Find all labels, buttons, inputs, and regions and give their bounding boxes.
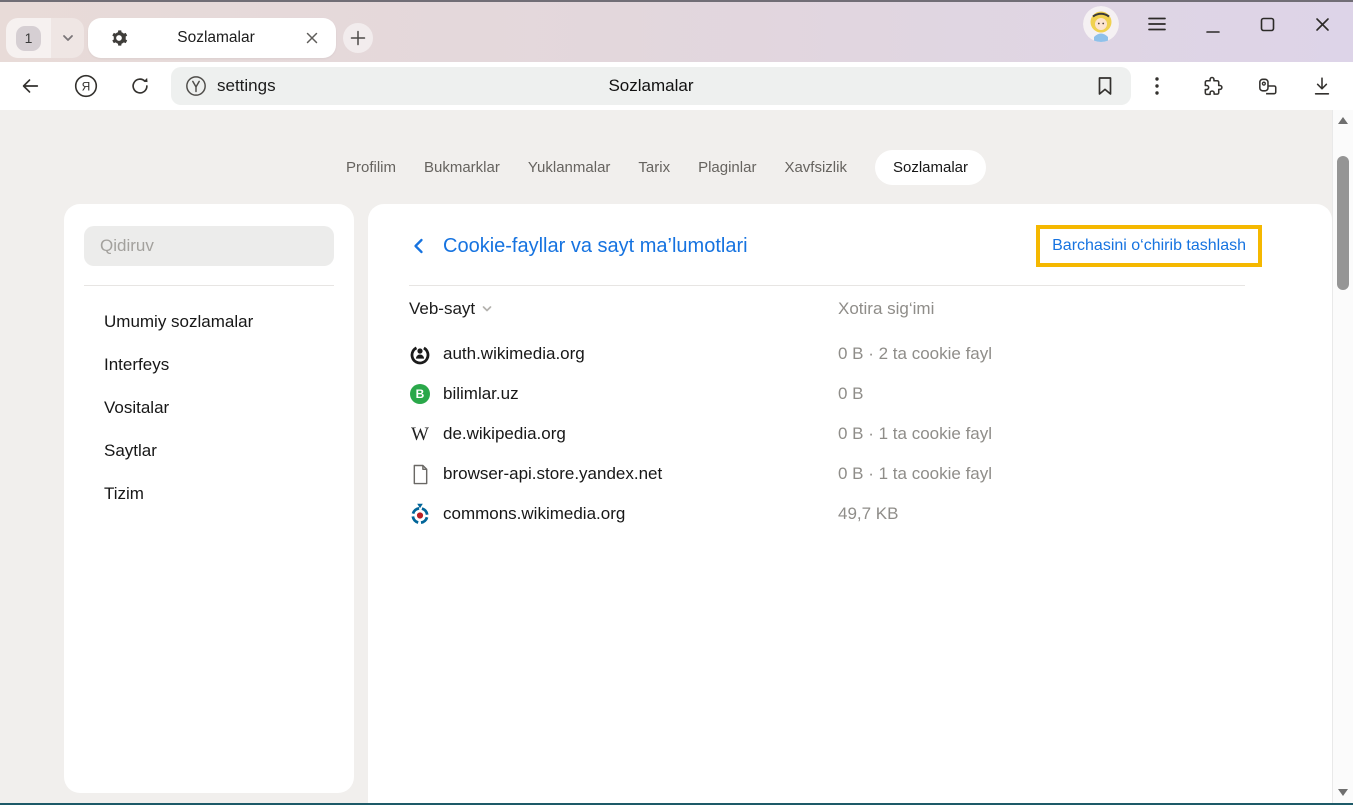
maximize-icon [1260,17,1275,32]
nav-tab-yuklanmalar[interactable]: Yuklanmalar [528,150,611,185]
browser-menu-button[interactable] [1145,12,1169,36]
site-domain: auth.wikimedia.org [433,344,838,364]
profile-avatar[interactable] [1083,6,1119,42]
close-window-button[interactable] [1310,12,1334,36]
nav-tab-xavfsizlik[interactable]: Xavfsizlik [784,150,847,185]
tab-title: Sozlamalar [128,29,304,47]
close-tab-icon[interactable] [304,30,320,46]
scroll-down-arrow[interactable] [1338,789,1348,796]
document-page-icon [409,463,431,485]
page-scrollbar[interactable] [1332,110,1353,803]
content-header: Cookie-fayllar va sayt ma’lumotlari Barc… [409,222,1262,270]
yandex-logo-icon: Я [74,74,98,98]
minimize-window-button[interactable] [1201,16,1225,40]
table-row[interactable]: auth.wikimedia.org 0 B · 2 ta cookie fay… [368,334,1332,374]
downloads-button[interactable] [1310,74,1334,98]
back-button[interactable] [18,74,42,98]
plus-icon [349,29,367,47]
settings-nav: Profilim Bukmarklar Yuklanmalar Tarix Pl… [0,148,1332,186]
sidebar-divider [84,285,334,286]
scrollbar-thumb[interactable] [1337,156,1349,290]
green-b-favicon: B [409,383,431,405]
sort-by-site-header[interactable]: Veb-sayt [409,299,838,319]
nav-tab-tarix[interactable]: Tarix [638,150,670,185]
nav-tab-profilim[interactable]: Profilim [346,150,396,185]
hamburger-menu-icon [1148,17,1166,31]
page-title: Cookie-fayllar va sayt ma’lumotlari [443,235,748,258]
bookmark-icon[interactable] [1093,74,1117,98]
browser-toolbar: Я settings Sozlamalar [0,62,1353,110]
sidebar-item-vositalar[interactable]: Vositalar [64,386,354,429]
table-row[interactable]: browser-api.store.yandex.net 0 B · 1 ta … [368,454,1332,494]
delete-all-cookies-button[interactable]: Barchasini o‘chirib tashlash [1036,225,1262,267]
more-actions-button[interactable] [1145,74,1169,98]
tab-list-dropdown[interactable] [51,18,84,58]
reload-button[interactable] [128,74,152,98]
site-storage-size: 49,7 KB [838,504,1332,524]
svg-text:Я: Я [82,79,91,93]
table-row[interactable]: B bilimlar.uz 0 B [368,374,1332,414]
cookie-settings-panel: Cookie-fayllar va sayt ma’lumotlari Barc… [368,204,1332,803]
password-manager-button[interactable] [1255,74,1279,98]
avatar-illustration [1083,6,1119,42]
url-text[interactable]: settings [217,67,276,105]
site-storage-size: 0 B · 1 ta cookie fayl [838,424,1332,444]
back-arrow-icon [19,75,41,97]
header-divider [409,285,1245,286]
wikimedia-commons-logo-icon [409,503,431,525]
nav-tab-bukmarklar[interactable]: Bukmarklar [424,150,500,185]
yandex-home-button[interactable]: Я [74,74,98,98]
settings-page: Profilim Bukmarklar Yuklanmalar Tarix Pl… [0,110,1353,803]
tab-counter-button[interactable]: 1 [6,18,51,58]
site-list: auth.wikimedia.org 0 B · 2 ta cookie fay… [368,334,1332,534]
site-domain: bilimlar.uz [433,384,838,404]
reload-icon [129,75,151,97]
new-tab-button[interactable] [343,23,373,53]
tab-counter-group[interactable]: 1 [6,18,84,58]
site-badge-icon[interactable] [185,75,207,97]
size-column-label: Xotira sig‘imi [838,299,1332,319]
minimize-icon [1206,21,1220,35]
close-icon [1315,17,1330,32]
back-chevron-icon[interactable] [409,236,429,256]
sort-chevron-icon [481,303,493,315]
sidebar-item-tizim[interactable]: Tizim [64,472,354,515]
address-bar[interactable]: settings Sozlamalar [171,67,1131,105]
sidebar-search-input[interactable] [84,226,334,266]
sidebar-items: Umumiy sozlamalar Interfeys Vositalar Sa… [64,300,354,515]
site-storage-size: 0 B [838,384,1332,404]
download-arrow-icon [1311,75,1333,97]
site-storage-size: 0 B · 1 ta cookie fayl [838,464,1332,484]
settings-gear-icon [110,29,128,47]
active-tab[interactable]: Sozlamalar [88,18,336,58]
maximize-window-button[interactable] [1255,12,1279,36]
site-storage-size: 0 B · 2 ta cookie fayl [838,344,1332,364]
puzzle-icon [1201,75,1224,98]
extensions-button[interactable] [1200,74,1224,98]
scroll-up-arrow[interactable] [1338,117,1348,124]
site-domain: browser-api.store.yandex.net [433,464,838,484]
chevron-down-icon [61,31,75,45]
key-wallet-icon [1256,75,1279,98]
sidebar-item-umumiy-sozlamalar[interactable]: Umumiy sozlamalar [64,300,354,343]
titlebar: 1 Sozlamalar [0,0,1353,62]
nav-tab-plaginlar[interactable]: Plaginlar [698,150,756,185]
vertical-dots-icon [1155,77,1159,95]
wikimedia-logo-icon [409,343,431,365]
site-domain: commons.wikimedia.org [433,504,838,524]
wikipedia-w-icon: W [409,423,431,445]
sidebar-item-interfeys[interactable]: Interfeys [64,343,354,386]
nav-tab-sozlamalar[interactable]: Sozlamalar [875,150,986,185]
tab-count-badge: 1 [16,26,41,51]
table-row[interactable]: W de.wikipedia.org 0 B · 1 ta cookie fay… [368,414,1332,454]
table-row[interactable]: commons.wikimedia.org 49,7 KB [368,494,1332,534]
omnibox-page-title: Sozlamalar [171,67,1131,105]
settings-sidebar: Umumiy sozlamalar Interfeys Vositalar Sa… [64,204,354,793]
sidebar-item-saytlar[interactable]: Saytlar [64,429,354,472]
site-column-label: Veb-sayt [409,299,475,319]
table-header: Veb-sayt Xotira sig‘imi [368,292,1332,326]
site-domain: de.wikipedia.org [433,424,838,444]
